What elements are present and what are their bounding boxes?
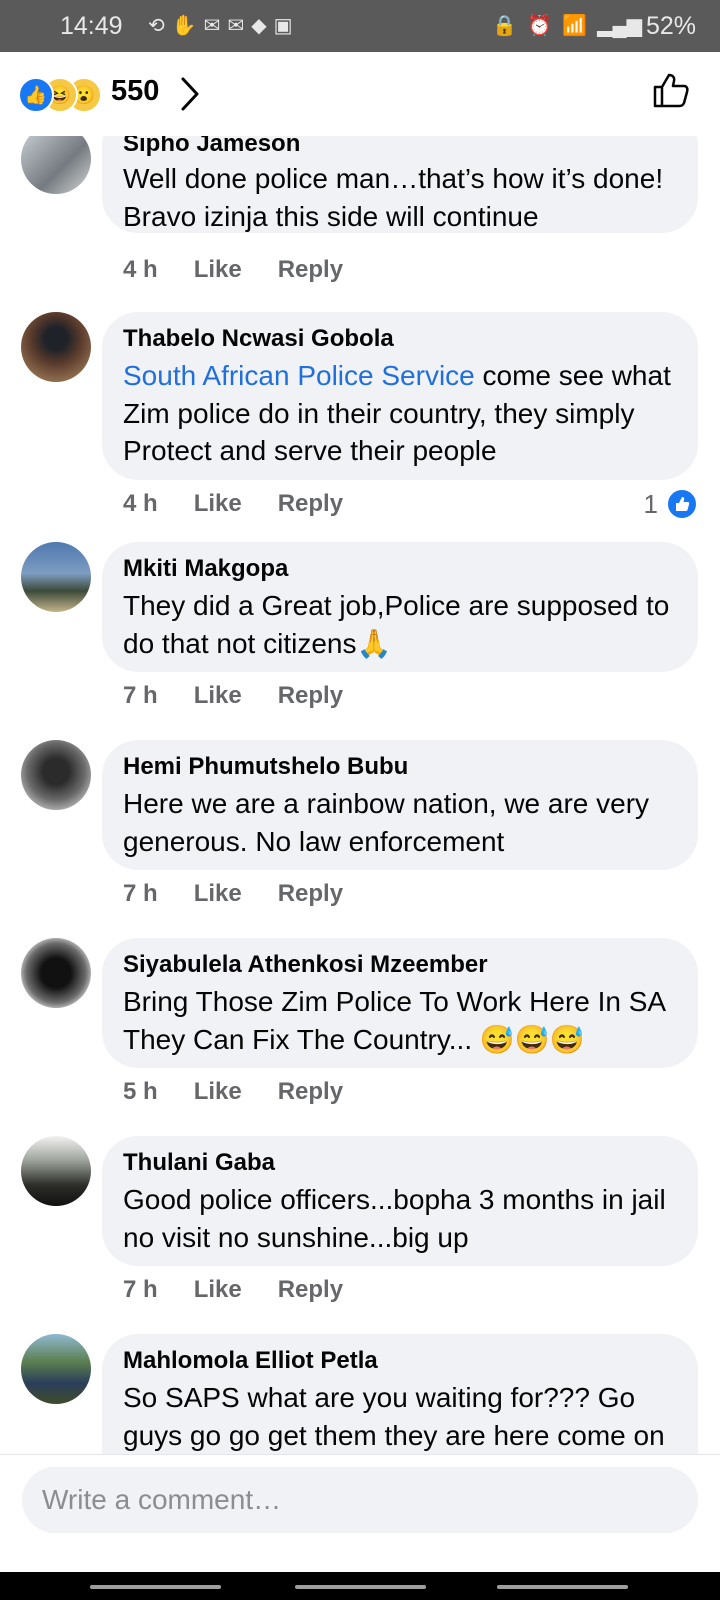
comment-bubble[interactable]: Mkiti Makgopa They did a Great job,Polic…: [102, 542, 698, 672]
comment-text: Good police officers...bopha 3 months in…: [123, 1184, 666, 1253]
comments-list: Sipho Jameson Well done police man…that’…: [0, 136, 720, 1456]
gmail-icon: ✉: [203, 15, 221, 37]
comment-bubble[interactable]: Thulani Gaba Good police officers...boph…: [102, 1136, 698, 1266]
avatar[interactable]: [21, 136, 91, 194]
reaction-count-number: 1: [643, 488, 658, 519]
reply-button[interactable]: Reply: [278, 682, 343, 710]
nav-back-button[interactable]: [497, 1585, 628, 1589]
chevron-right-icon[interactable]: [180, 76, 200, 112]
comment-bubble[interactable]: Thabelo Ncwasi Gobola South African Poli…: [102, 312, 698, 480]
comment-author[interactable]: Mahlomola Elliot Petla: [123, 1347, 378, 1375]
like-badge-icon: [666, 488, 698, 520]
alarm-icon: ⏰: [527, 15, 553, 37]
sync-icon: ⟲: [148, 15, 165, 37]
page-mention-link[interactable]: South African Police Service: [123, 360, 475, 391]
comment-composer: [0, 1454, 720, 1572]
wifi-icon: 📶: [562, 15, 588, 37]
comment-actions: 7 h Like Reply: [123, 682, 379, 710]
avatar[interactable]: [21, 1136, 91, 1206]
status-icons-right: 🔒 ⏰ 📶 ▂▄▆: [492, 13, 642, 38]
comment-actions: 4 h Like Reply: [123, 490, 379, 518]
reply-button[interactable]: Reply: [278, 256, 343, 284]
avatar[interactable]: [21, 542, 91, 612]
like-reaction-icon: 👍: [18, 77, 54, 113]
reply-button[interactable]: Reply: [278, 1276, 343, 1304]
status-time: 14:49: [60, 12, 123, 40]
gmail-icon: ✉: [227, 15, 245, 37]
reply-button[interactable]: Reply: [278, 1078, 343, 1106]
comment-actions: 7 h Like Reply: [123, 880, 379, 908]
comment-author[interactable]: Thulani Gaba: [123, 1149, 275, 1177]
nav-recents-button[interactable]: [90, 1585, 221, 1589]
reactions-header[interactable]: 👍 😆 😮 550: [0, 52, 720, 136]
battery-percentage: 52%: [645, 12, 696, 40]
comment-text: They did a Great job,Police are supposed…: [123, 590, 670, 659]
reply-button[interactable]: Reply: [278, 880, 343, 908]
like-button[interactable]: Like: [194, 682, 242, 710]
comment-time: 5 h: [123, 1078, 158, 1105]
comment-reaction-count[interactable]: 1: [644, 488, 698, 520]
comments-sheet: 👍 😆 😮 550 Sipho Jameson Well done police…: [0, 52, 720, 1572]
reply-button[interactable]: Reply: [278, 490, 343, 518]
comment-time: 7 h: [123, 1276, 158, 1303]
like-button[interactable]: Like: [194, 490, 242, 518]
comment-bubble[interactable]: Siyabulela Athenkosi Mzeember Bring Thos…: [102, 938, 698, 1068]
direction-icon: ◆: [251, 15, 267, 37]
like-button[interactable]: Like: [194, 256, 242, 284]
avatar[interactable]: [21, 740, 91, 810]
like-button[interactable]: Like: [194, 1078, 242, 1106]
nav-home-button[interactable]: [295, 1585, 426, 1589]
comment-actions: 4 h Like Reply: [123, 256, 379, 284]
comment-bubble[interactable]: Hemi Phumutshelo Bubu Here we are a rain…: [102, 740, 698, 870]
status-icons-left: ⟲ ✋ ✉ ✉ ◆ ▣: [148, 13, 293, 38]
like-button[interactable]: Like: [194, 880, 242, 908]
avatar[interactable]: [21, 938, 91, 1008]
comment-actions: 5 h Like Reply: [123, 1078, 379, 1106]
comment-author[interactable]: Sipho Jameson: [123, 136, 300, 158]
comment-time: 7 h: [123, 682, 158, 709]
image-icon: ▣: [273, 15, 293, 37]
comment-actions: 7 h Like Reply: [123, 1276, 379, 1304]
avatar[interactable]: [21, 312, 91, 382]
comment-bubble[interactable]: Mahlomola Elliot Petla So SAPS what are …: [102, 1334, 698, 1456]
comment-text: Bring Those Zim Police To Work Here In S…: [123, 986, 665, 1055]
comment-text: South African Police Service come see wh…: [123, 357, 683, 470]
comment-text: So SAPS what are you waiting for??? Go g…: [123, 1382, 665, 1451]
comment-time: 4 h: [123, 256, 158, 283]
comment-input[interactable]: [22, 1467, 698, 1533]
lock-icon: 🔒: [492, 15, 518, 37]
comment-text: Well done police man…that’s how it’s don…: [123, 163, 664, 232]
reaction-count[interactable]: 550: [111, 75, 159, 108]
comment-bubble[interactable]: Sipho Jameson Well done police man…that’…: [102, 136, 698, 233]
signal-icon: ▂▄▆: [597, 15, 642, 37]
hand-icon: ✋: [171, 15, 197, 37]
comment-author[interactable]: Mkiti Makgopa: [123, 555, 288, 583]
reaction-icons: 👍 😆 😮: [18, 77, 108, 113]
comment-author[interactable]: Siyabulela Athenkosi Mzeember: [123, 951, 488, 979]
comment-author[interactable]: Thabelo Ncwasi Gobola: [123, 325, 394, 353]
like-button[interactable]: Like: [194, 1276, 242, 1304]
navigation-bar: [0, 1572, 720, 1600]
comment-time: 4 h: [123, 490, 158, 517]
comment-text: Here we are a rainbow nation, we are ver…: [123, 788, 650, 857]
thumbs-up-icon[interactable]: [652, 72, 690, 110]
status-bar: 14:49 ⟲ ✋ ✉ ✉ ◆ ▣ 🔒 ⏰ 📶 ▂▄▆ 52%: [0, 0, 720, 52]
comment-author[interactable]: Hemi Phumutshelo Bubu: [123, 753, 408, 781]
comment-time: 7 h: [123, 880, 158, 907]
avatar[interactable]: [21, 1334, 91, 1404]
